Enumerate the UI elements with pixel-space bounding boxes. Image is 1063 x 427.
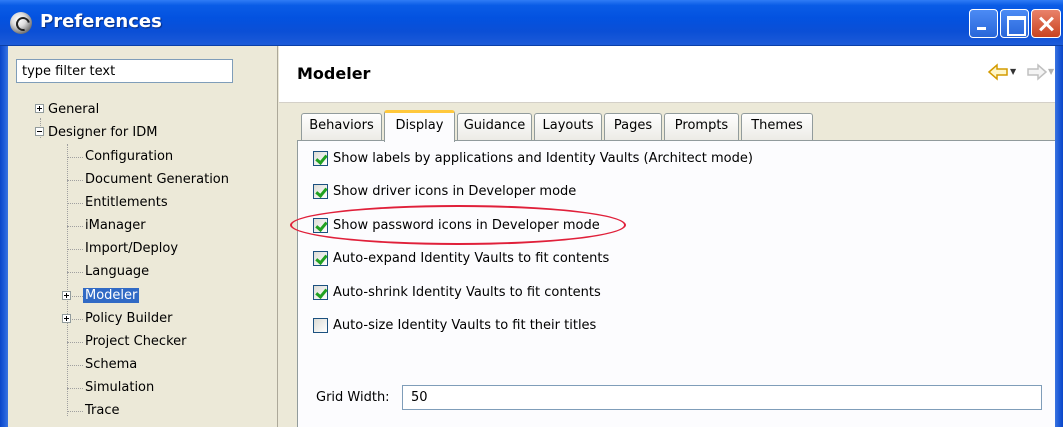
tab-layouts[interactable]: Layouts xyxy=(534,113,602,140)
tree-item-entitlements[interactable]: Entitlements xyxy=(85,193,168,214)
tree-item-policy-builder[interactable]: Policy Builder xyxy=(85,309,173,330)
page-header xyxy=(279,46,1055,103)
collapse-icon[interactable] xyxy=(35,127,44,136)
tree-connector xyxy=(72,319,83,320)
checkbox[interactable] xyxy=(313,184,328,199)
tab-pages[interactable]: Pages xyxy=(604,113,662,140)
option-label: Show labels by applications and Identity… xyxy=(333,151,753,166)
page-title: Modeler xyxy=(297,64,371,83)
tree-connector xyxy=(67,388,83,389)
option-label: Show driver icons in Developer mode xyxy=(333,184,577,199)
tree-item-trace[interactable]: Trace xyxy=(85,401,120,422)
tree-connector xyxy=(67,203,83,204)
grid-width-input[interactable] xyxy=(402,385,1042,410)
window-title: Preferences xyxy=(40,11,162,32)
tree-connector xyxy=(67,272,83,273)
tree-item-label: iManager xyxy=(85,218,146,233)
option-label: Show password icons in Developer mode xyxy=(333,218,600,233)
option-label: Auto-size Identity Vaults to fit their t… xyxy=(333,318,597,333)
window-frame-right xyxy=(1055,46,1063,427)
expand-icon[interactable] xyxy=(35,104,44,113)
tree-item-label: Schema xyxy=(85,357,138,372)
tree-item-document-generation[interactable]: Document Generation xyxy=(85,170,229,191)
tree-item-label: Document Generation xyxy=(85,172,230,187)
expand-icon[interactable] xyxy=(62,291,71,300)
checkbox[interactable] xyxy=(313,318,328,333)
tree-item-import-deploy[interactable]: Import/Deploy xyxy=(85,239,178,260)
tab-display[interactable]: Display xyxy=(384,110,455,142)
option-label: Auto-expand Identity Vaults to fit conte… xyxy=(333,251,610,266)
checkbox[interactable] xyxy=(313,218,328,233)
tree-connector xyxy=(67,249,83,250)
tab-prompts[interactable]: Prompts xyxy=(664,113,739,140)
app-icon xyxy=(10,12,32,34)
tree-item-designer-for-idm[interactable]: Designer for IDM xyxy=(48,123,157,144)
tree-item-label: Entitlements xyxy=(85,195,168,210)
tree-item-simulation[interactable]: Simulation xyxy=(85,378,154,399)
tab-themes[interactable]: Themes xyxy=(741,113,813,140)
tree-item-label: Designer for IDM xyxy=(48,125,158,140)
chevron-down-icon[interactable]: ▼ xyxy=(1048,67,1055,76)
tree-item-label: Policy Builder xyxy=(85,311,173,326)
minimize-button[interactable] xyxy=(969,9,998,38)
tree-item-language[interactable]: Language xyxy=(85,262,149,283)
tree-item-label: Modeler xyxy=(83,288,140,303)
maximize-button[interactable] xyxy=(1000,9,1029,38)
checkbox[interactable] xyxy=(313,285,328,300)
window-frame-left xyxy=(0,46,8,427)
tree-item-label: Trace xyxy=(85,403,120,418)
tree-connector xyxy=(67,180,83,181)
tree-item-label: Import/Deploy xyxy=(85,241,179,256)
arrow-left-icon[interactable] xyxy=(987,63,1009,81)
tree-item-general[interactable]: General xyxy=(48,100,99,121)
tree-connector xyxy=(67,226,83,227)
tab-behaviors[interactable]: Behaviors xyxy=(301,113,382,140)
tree-connector xyxy=(67,411,83,412)
tree-item-label: Language xyxy=(85,264,150,279)
arrow-right-icon[interactable] xyxy=(1026,63,1048,81)
option-label: Auto-shrink Identity Vaults to fit conte… xyxy=(333,285,601,300)
expand-icon[interactable] xyxy=(62,314,71,323)
tree-item-configuration[interactable]: Configuration xyxy=(85,147,173,168)
chevron-down-icon[interactable]: ▼ xyxy=(1010,67,1019,76)
tree-item-schema[interactable]: Schema xyxy=(85,355,137,376)
tree-item-imanager[interactable]: iManager xyxy=(85,216,146,237)
grid-width-label: Grid Width: xyxy=(316,390,390,405)
tree-connector xyxy=(67,365,83,366)
tree-item-label: Project Checker xyxy=(85,334,187,349)
checkbox[interactable] xyxy=(313,151,328,166)
tree-item-label: Simulation xyxy=(85,380,155,395)
tree-connector xyxy=(67,157,83,158)
title-bar[interactable]: Preferences xyxy=(0,0,1063,46)
filter-input[interactable] xyxy=(16,59,233,83)
checkbox[interactable] xyxy=(313,251,328,266)
tree-item-label: General xyxy=(48,102,100,117)
close-button[interactable] xyxy=(1031,9,1061,38)
tab-guidance[interactable]: Guidance xyxy=(457,113,532,140)
tree-connector xyxy=(67,144,68,416)
tree-connector xyxy=(72,296,83,297)
tree-item-project-checker[interactable]: Project Checker xyxy=(85,332,186,353)
tree-item-modeler[interactable]: Modeler xyxy=(83,286,140,307)
tree-item-label: Configuration xyxy=(85,149,174,164)
tree-connector xyxy=(67,342,83,343)
